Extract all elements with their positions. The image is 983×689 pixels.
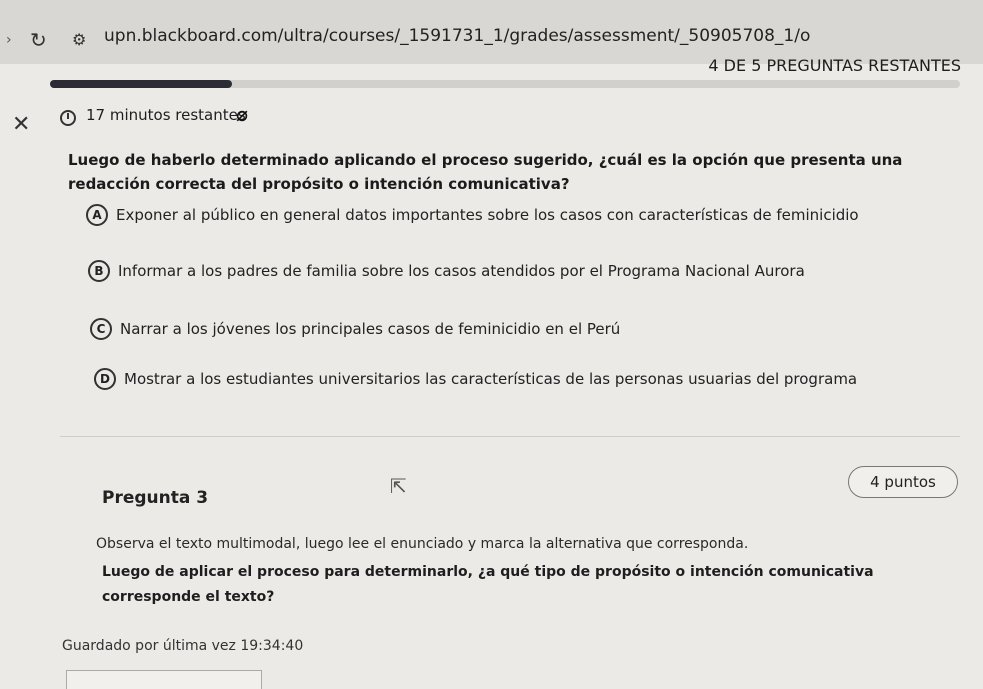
option-letter: A xyxy=(86,204,108,226)
timer-icon xyxy=(60,110,76,126)
progress-fill xyxy=(50,80,232,88)
option-label: Mostrar a los estudiantes universitarios… xyxy=(124,370,858,388)
address-bar[interactable]: upn.blackboard.com/ultra/courses/_159173… xyxy=(104,26,810,46)
points-badge: 4 puntos xyxy=(848,466,958,498)
option-c[interactable]: C Narrar a los jóvenes los principales c… xyxy=(90,318,620,340)
questions-remaining: 4 DE 5 PREGUNTAS RESTANTES xyxy=(708,56,961,75)
option-a[interactable]: A Exponer al público en general datos im… xyxy=(86,204,859,226)
assessment-page: 4 DE 5 PREGUNTAS RESTANTES ✕ 17 minutos … xyxy=(0,56,983,689)
question-3-title: Pregunta 3 xyxy=(102,488,209,508)
option-label: Narrar a los jóvenes los principales cas… xyxy=(120,320,621,338)
divider xyxy=(60,436,960,437)
option-label: Informar a los padres de familia sobre l… xyxy=(118,262,805,280)
progress-bar xyxy=(50,80,960,88)
partial-content-box xyxy=(66,670,262,689)
option-label: Exponer al público en general datos impo… xyxy=(116,206,859,224)
hide-timer-icon[interactable]: ⌀ xyxy=(236,102,248,126)
option-letter: D xyxy=(94,368,116,390)
last-saved-status: Guardado por última vez 19:34:40 xyxy=(62,638,304,654)
option-b[interactable]: B Informar a los padres de familia sobre… xyxy=(88,260,805,282)
option-letter: B xyxy=(88,260,110,282)
reload-icon[interactable]: ↻ xyxy=(30,28,47,52)
question-3-instruction: Observa el texto multimodal, luego lee e… xyxy=(96,536,749,552)
forward-arrow-icon[interactable]: › xyxy=(6,32,12,48)
timer-text: 17 minutos restantes xyxy=(86,106,246,124)
close-icon[interactable]: ✕ xyxy=(12,112,30,137)
site-settings-icon[interactable]: ⚙ xyxy=(72,30,86,49)
cursor-icon: ⇱ xyxy=(390,474,407,498)
option-letter: C xyxy=(90,318,112,340)
question-2-text: Luego de haberlo determinado aplicando e… xyxy=(68,151,903,193)
question-3-text: Luego de aplicar el proceso para determi… xyxy=(102,564,874,605)
option-d[interactable]: D Mostrar a los estudiantes universitari… xyxy=(94,368,857,390)
